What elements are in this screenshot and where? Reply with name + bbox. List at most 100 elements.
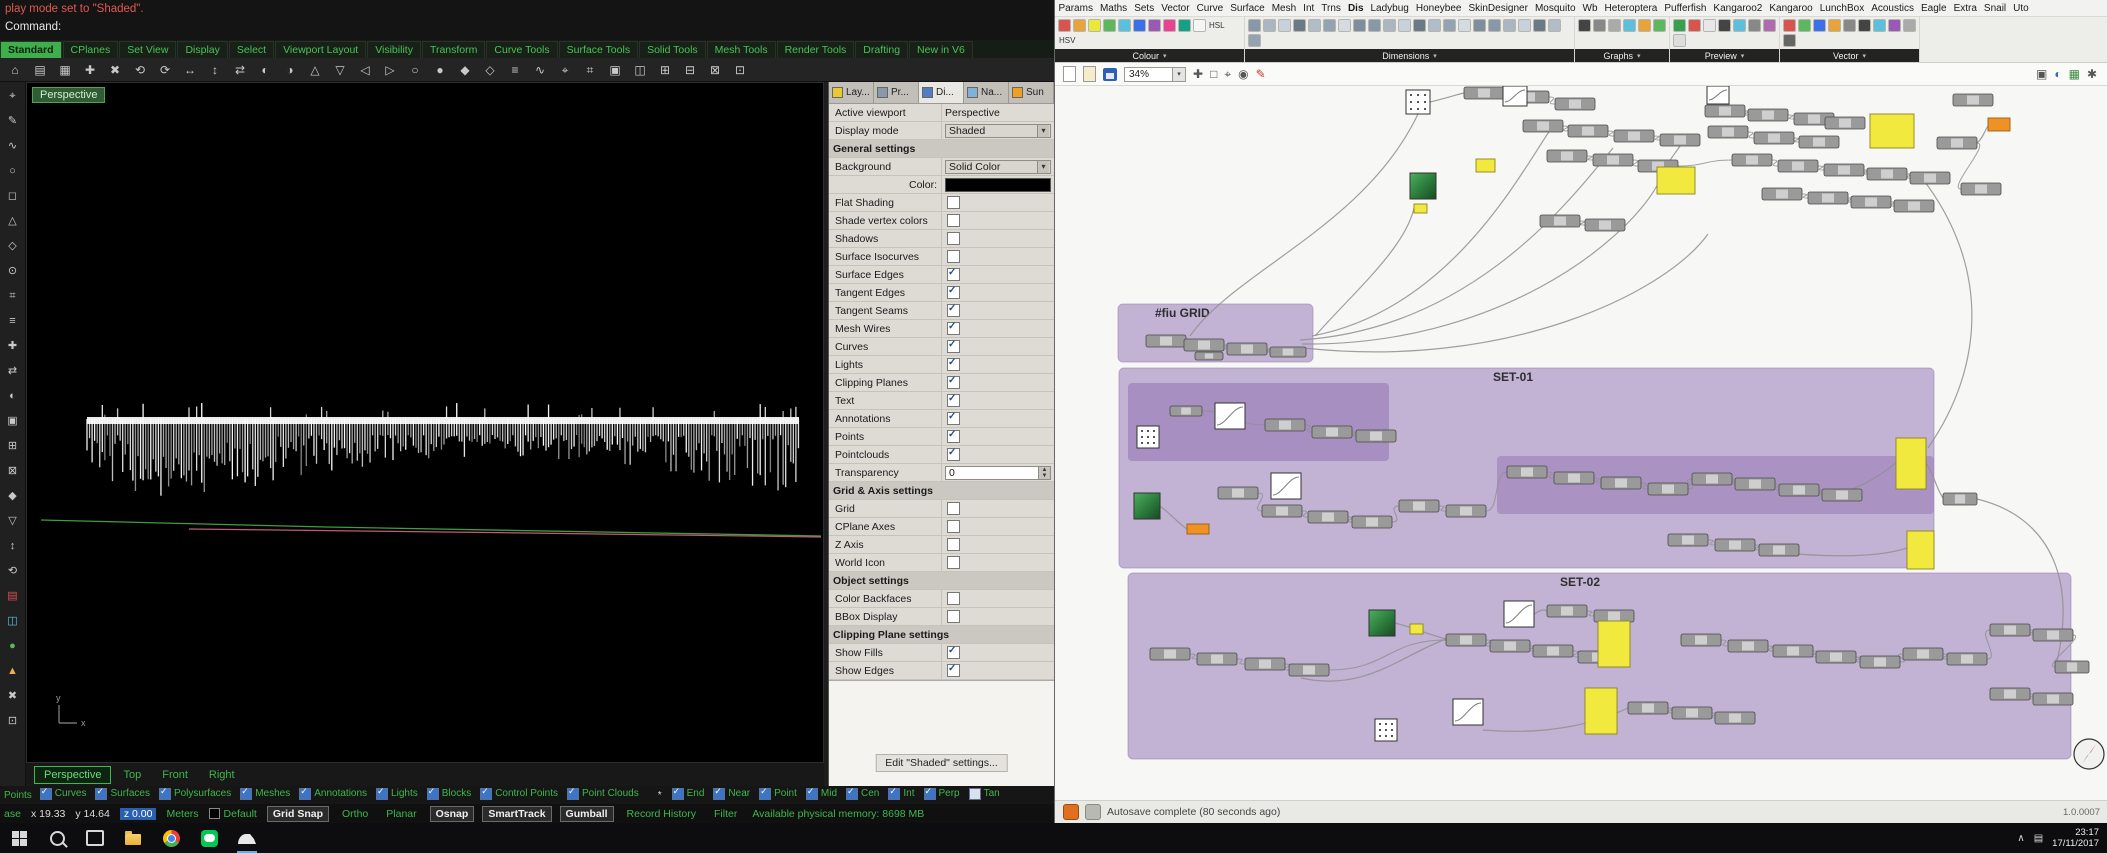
toolbar-icon-17[interactable]: ● bbox=[431, 61, 449, 79]
toolbar-icon-25[interactable]: ◫ bbox=[631, 61, 649, 79]
side-tool-icon-10[interactable]: ✚ bbox=[4, 338, 21, 354]
toggle-planar[interactable]: Planar bbox=[381, 807, 421, 821]
side-tool-icon-3[interactable]: ○ bbox=[4, 163, 21, 179]
vector-icon-9[interactable] bbox=[1783, 34, 1796, 47]
toolbar-icon-8[interactable]: ↕ bbox=[206, 61, 224, 79]
colour-icon-7[interactable] bbox=[1163, 19, 1176, 32]
gh-tab-uto[interactable]: Uto bbox=[2010, 3, 2033, 14]
dropdown-1[interactable]: Shaded ▾ bbox=[945, 123, 1051, 138]
toolbar-icon-20[interactable]: ≡ bbox=[506, 61, 524, 79]
side-tool-icon-5[interactable]: △ bbox=[4, 213, 21, 229]
toolbar-icon-19[interactable]: ◇ bbox=[481, 61, 499, 79]
preview-icon-2[interactable] bbox=[1703, 19, 1716, 32]
gh-panel-orange[interactable] bbox=[1987, 117, 2011, 132]
chrome-button[interactable] bbox=[152, 823, 190, 853]
osnap-checkbox[interactable] bbox=[923, 786, 936, 800]
filter-checkbox[interactable] bbox=[299, 786, 312, 800]
checkbox-surface-isocurves[interactable] bbox=[947, 250, 960, 263]
gh-panel-yellow[interactable] bbox=[1869, 113, 1915, 149]
osnap-tan[interactable]: Tan bbox=[968, 787, 1000, 800]
dimensions-icon-20[interactable] bbox=[1548, 19, 1561, 32]
gh-tab-curve[interactable]: Curve bbox=[1193, 3, 1227, 14]
gh-tab-heteroptera[interactable]: Heteroptera bbox=[1601, 3, 1661, 14]
dimensions-icon-4[interactable] bbox=[1308, 19, 1321, 32]
spinner-20[interactable]: 0 ▲ ▼ bbox=[945, 465, 1051, 480]
side-tool-icon-0[interactable]: ⌖ bbox=[4, 88, 21, 104]
dimensions-icon-19[interactable] bbox=[1533, 19, 1546, 32]
toolbar-tab-drafting[interactable]: Drafting bbox=[855, 41, 909, 58]
checkbox-color-backfaces[interactable] bbox=[947, 592, 960, 605]
zoom-in-icon[interactable]: ✚ bbox=[1193, 66, 1203, 82]
graphs-icon-0[interactable] bbox=[1578, 19, 1591, 32]
ribbon-group-label[interactable]: Preview ▾ bbox=[1670, 49, 1779, 62]
gh-image-node[interactable] bbox=[1368, 609, 1396, 637]
gh-tab-params[interactable]: Params bbox=[1055, 3, 1096, 14]
checkbox-flat-shading[interactable] bbox=[947, 196, 960, 209]
toolbar-icon-10[interactable]: ◐ bbox=[256, 61, 274, 79]
vector-icon-1[interactable] bbox=[1798, 19, 1811, 32]
colour-icon-0[interactable] bbox=[1058, 19, 1071, 32]
new-document-icon[interactable] bbox=[1063, 66, 1076, 82]
side-tool-icon-18[interactable]: ↕ bbox=[4, 538, 21, 554]
graphs-icon-2[interactable] bbox=[1608, 19, 1621, 32]
gh-tab-dis[interactable]: Dis bbox=[1344, 3, 1367, 14]
vector-icon-5[interactable] bbox=[1858, 19, 1871, 32]
gh-tab-extra[interactable]: Extra bbox=[1950, 3, 1980, 14]
dimensions-icon-8[interactable] bbox=[1368, 19, 1381, 32]
toolbar-icon-13[interactable]: ▽ bbox=[331, 61, 349, 79]
preview-icon-4[interactable] bbox=[1733, 19, 1746, 32]
colour-icon-9[interactable] bbox=[1193, 19, 1206, 32]
toolbar-icon-1[interactable]: ▤ bbox=[31, 61, 49, 79]
dimensions-icon-15[interactable] bbox=[1473, 19, 1486, 32]
dimensions-icon-2[interactable] bbox=[1278, 19, 1291, 32]
filter-checkbox[interactable] bbox=[95, 786, 108, 800]
toolbar-icon-6[interactable]: ⟳ bbox=[156, 61, 174, 79]
gh-tab-skindesigner[interactable]: SkinDesigner bbox=[1465, 3, 1531, 14]
viewport-title[interactable]: Perspective bbox=[32, 87, 106, 103]
colour-icon-1[interactable] bbox=[1073, 19, 1086, 32]
zoom-control[interactable]: 34% ▾ bbox=[1124, 66, 1186, 82]
ribbon-group-label[interactable]: Graphs ▾ bbox=[1575, 49, 1669, 62]
checkbox-tangent-seams[interactable] bbox=[947, 303, 960, 317]
gh-tab-kangaroo2[interactable]: Kangaroo2 bbox=[1710, 3, 1766, 14]
sketch-pen-icon[interactable]: ✎ bbox=[1256, 66, 1266, 82]
osnap-checkbox[interactable] bbox=[888, 786, 901, 800]
colour-icon-8[interactable] bbox=[1178, 19, 1191, 32]
viewport-tab-right[interactable]: Right bbox=[200, 767, 244, 783]
gh-panel-yellow[interactable] bbox=[1413, 203, 1428, 214]
toolbar-tab-cplanes[interactable]: CPlanes bbox=[62, 41, 119, 58]
viewport-tab-front[interactable]: Front bbox=[153, 767, 197, 783]
toolbar-tab-mesh-tools[interactable]: Mesh Tools bbox=[706, 41, 776, 58]
filter-meshes[interactable]: Meshes bbox=[240, 786, 290, 800]
osnap-int[interactable]: Int bbox=[888, 786, 915, 800]
dropdown-3[interactable]: Solid Color ▾ bbox=[945, 159, 1051, 174]
side-tool-icon-25[interactable]: ⊡ bbox=[4, 713, 21, 729]
toolbar-tab-select[interactable]: Select bbox=[228, 41, 275, 58]
gh-panel-yellow[interactable] bbox=[1584, 687, 1618, 735]
panel-tab-di[interactable]: Di... bbox=[919, 82, 964, 103]
vector-icon-4[interactable] bbox=[1843, 19, 1856, 32]
gh-tab-pufferfish[interactable]: Pufferfish bbox=[1661, 3, 1710, 14]
side-tool-icon-6[interactable]: ◇ bbox=[4, 238, 21, 254]
toolbar-icon-9[interactable]: ⇄ bbox=[231, 61, 249, 79]
checkbox-cplane-axes[interactable] bbox=[947, 520, 960, 533]
camera-icon[interactable]: ▣ bbox=[2036, 66, 2047, 82]
filter-checkbox[interactable] bbox=[240, 786, 253, 800]
toolbar-icon-11[interactable]: ◑ bbox=[281, 61, 299, 79]
checkbox-shade-vertex-colors[interactable] bbox=[947, 214, 960, 227]
toolbar-icon-7[interactable]: ↔ bbox=[181, 61, 199, 79]
filter-lead-label[interactable]: Points bbox=[4, 790, 32, 801]
osnap-checkbox[interactable] bbox=[846, 786, 859, 800]
toggle-grid-snap[interactable]: Grid Snap bbox=[266, 805, 330, 822]
toggle-ortho[interactable]: Ortho bbox=[337, 807, 373, 821]
checkbox-show-fills[interactable] bbox=[947, 645, 960, 659]
color-swatch[interactable] bbox=[945, 177, 1051, 192]
colour-icon-6[interactable] bbox=[1148, 19, 1161, 32]
osnap-perp[interactable]: Perp bbox=[923, 786, 960, 800]
side-tool-icon-17[interactable]: ▽ bbox=[4, 513, 21, 529]
toolbar-tab-visibility[interactable]: Visibility bbox=[367, 41, 421, 58]
chevron-down-icon[interactable]: ▾ bbox=[1037, 160, 1049, 173]
tray-network-icon[interactable]: ▤ bbox=[2034, 833, 2043, 844]
toolbar-icon-16[interactable]: ○ bbox=[406, 61, 424, 79]
rhino-viewport[interactable]: Perspective yx bbox=[26, 82, 824, 763]
